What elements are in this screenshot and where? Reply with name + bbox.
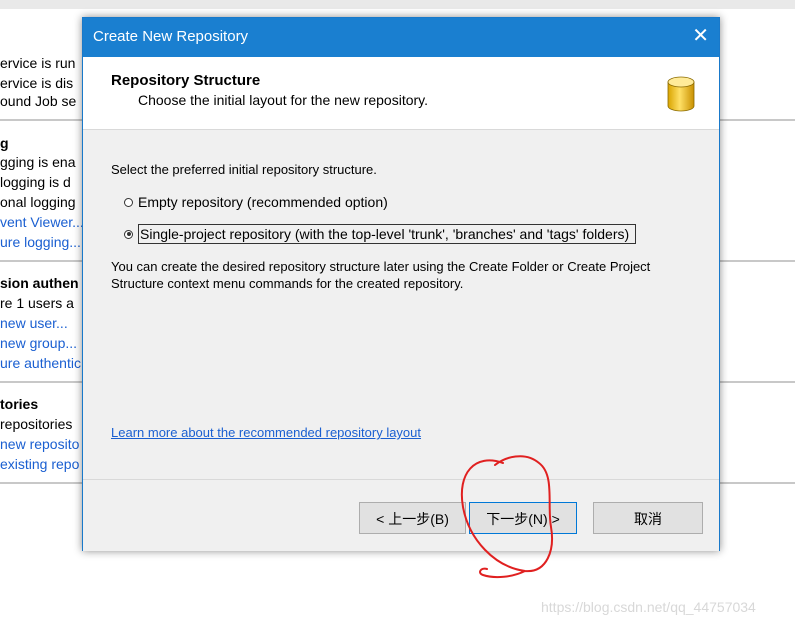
next-button[interactable]: 下一步(N) > [469, 502, 577, 534]
new-user-link[interactable]: new user... [0, 313, 68, 333]
new-group-link[interactable]: new group... [0, 333, 77, 353]
database-icon [667, 76, 695, 112]
radio-single-project[interactable] [124, 229, 133, 239]
radio-empty[interactable] [124, 197, 133, 207]
back-button[interactable]: < 上一步(B) [359, 502, 466, 534]
close-icon[interactable]: ✕ [692, 25, 709, 47]
wizard-header: Repository Structure Choose the initial … [83, 57, 719, 130]
configure-authentication-link[interactable]: ure authentic [0, 353, 81, 373]
option-single-project-label[interactable]: Single-project repository (with the top-… [138, 224, 637, 244]
wizard-content: Select the preferred initial repository … [83, 130, 719, 479]
cancel-button[interactable]: 取消 [593, 502, 703, 534]
event-viewer-link[interactable]: vent Viewer... [0, 212, 84, 232]
header-title: Repository Structure [111, 72, 261, 89]
users-count-text: re 1 users a [0, 295, 74, 311]
configure-logging-link[interactable]: ure logging... [0, 232, 81, 252]
dialog-title: Create New Repository [93, 28, 249, 45]
create-repository-dialog: Create New Repository ✕ Repository Struc… [82, 17, 720, 551]
structure-prompt: Select the preferred initial repository … [111, 162, 377, 177]
new-repository-link[interactable]: new reposito [0, 434, 79, 454]
service-disabled-text: ervice is dis [0, 75, 74, 91]
option-empty-repository[interactable]: Empty repository (recommended option) [124, 194, 388, 210]
top-bar [0, 0, 795, 9]
dialog-title-bar[interactable]: Create New Repository ✕ [83, 18, 719, 57]
wizard-footer: < 上一步(B) 下一步(N) > 取消 [83, 479, 719, 551]
option-single-project[interactable]: Single-project repository (with the top-… [124, 224, 637, 244]
logging-heading: g [0, 135, 9, 151]
repositories-count-text: repositories [0, 416, 73, 432]
info-line-1: You can create the desired repository st… [111, 259, 651, 274]
learn-more-link[interactable]: Learn more about the recommended reposit… [111, 425, 421, 440]
service-running-text: ervice is run [0, 55, 76, 71]
optional-logging-text: onal logging [0, 194, 76, 210]
repositories-heading: tories [0, 396, 39, 412]
logging-disabled-text: logging is d [0, 174, 71, 190]
header-subtitle: Choose the initial layout for the new re… [138, 92, 429, 108]
info-line-2: Structure context menu commands for the … [111, 276, 464, 291]
watermark: https://blog.csdn.net/qq_44757034 [541, 599, 756, 615]
logging-enabled-text: gging is ena [0, 154, 76, 170]
option-empty-label[interactable]: Empty repository (recommended option) [138, 194, 388, 210]
existing-repository-link[interactable]: existing repo [0, 454, 79, 474]
background-job-text: ound Job se [0, 93, 77, 109]
info-text: You can create the desired repository st… [111, 258, 691, 292]
authentication-heading: sion authen [0, 275, 79, 291]
